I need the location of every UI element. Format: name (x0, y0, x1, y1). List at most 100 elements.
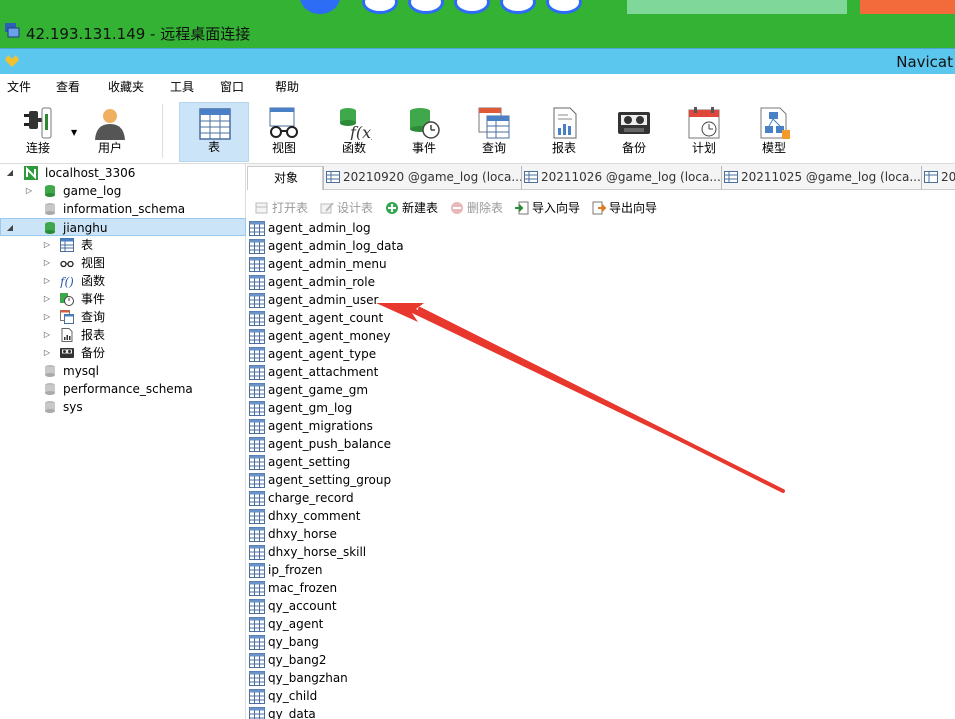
table-icon (249, 383, 265, 398)
tab-label: 20211026 @game_log (loca... (541, 170, 721, 184)
delete-table-button[interactable]: 删除表 (450, 199, 503, 216)
tab-objects[interactable]: 对象 (247, 166, 323, 190)
db-name: jianghu (63, 221, 108, 235)
table-label: 表 (207, 140, 220, 154)
expand-triangle-icon[interactable]: ▷ (42, 254, 52, 272)
menu-favorites[interactable]: 收藏夹 (108, 78, 144, 95)
tab-table-doc[interactable]: 20 (921, 166, 955, 190)
table-name: ip_frozen (268, 563, 323, 577)
table-name: mac_frozen (268, 581, 338, 595)
database-closed-icon (45, 365, 55, 377)
query-icon (60, 310, 74, 324)
tree-db-jianghu[interactable]: ◢ jianghu (0, 218, 246, 236)
db-name: sys (63, 400, 83, 414)
table-button[interactable]: 表 (179, 102, 249, 162)
tree-label: 事件 (81, 292, 106, 306)
table-icon (249, 545, 265, 560)
delete-table-label: 删除表 (467, 201, 504, 215)
menu-help[interactable]: 帮助 (275, 78, 299, 95)
menu-window[interactable]: 窗口 (220, 78, 244, 95)
tree-db-sys[interactable]: sys (0, 398, 240, 416)
tree-db-information-schema[interactable]: information_schema (0, 200, 240, 218)
tree-tables[interactable]: ▷ 表 (0, 236, 240, 254)
tab-table-doc[interactable]: 20210920 @game_log (loca... (323, 166, 521, 190)
table-icon (249, 581, 265, 596)
event-clock-icon (60, 293, 74, 306)
design-table-icon (320, 202, 334, 214)
tab-table-doc[interactable]: 20211025 @game_log (loca... (721, 166, 921, 190)
tree-db-mysql[interactable]: mysql (0, 362, 240, 380)
tree-events[interactable]: ▷ 事件 (0, 290, 240, 308)
navigation-tree: ◢ localhost_3306 ▷ game_log information_… (0, 164, 246, 719)
svg-text:f(): f() (60, 275, 74, 288)
view-button[interactable]: 视图 (249, 102, 319, 162)
report-label: 报表 (551, 141, 576, 155)
query-label: 查询 (481, 141, 506, 155)
tree-label: 备份 (81, 346, 106, 360)
tab-label: 20210920 @game_log (loca... (343, 170, 521, 184)
expand-triangle-icon[interactable]: ▷ (42, 272, 52, 290)
table-icon (249, 617, 265, 632)
expand-triangle-icon[interactable]: ▷ (24, 182, 34, 200)
open-table-button[interactable]: 打开表 (255, 199, 308, 216)
table-icon (249, 239, 265, 254)
table-name: agent_gm_log (268, 401, 353, 415)
tree-db-game-log[interactable]: ▷ game_log (0, 182, 240, 200)
tree-views[interactable]: ▷ 视图 (0, 254, 240, 272)
model-button[interactable]: 模型 (739, 102, 809, 162)
function-label: 函数 (341, 141, 366, 155)
export-icon (592, 201, 606, 215)
model-label: 模型 (761, 141, 786, 155)
expand-triangle-icon[interactable]: ▷ (42, 308, 52, 326)
report-button[interactable]: 报表 (529, 102, 599, 162)
collapse-triangle-icon[interactable]: ◢ (5, 164, 15, 182)
query-button[interactable]: 查询 (459, 102, 529, 162)
add-green-icon (386, 202, 398, 214)
backup-button[interactable]: 备份 (599, 102, 669, 162)
database-icon (45, 185, 55, 197)
table-name: agent_setting_group (268, 473, 392, 487)
tree-reports[interactable]: ▷ 报表 (0, 326, 240, 344)
tab-label: 20211025 @game_log (loca... (741, 170, 921, 184)
tree-functions[interactable]: ▷ f() 函数 (0, 272, 240, 290)
tree-connection[interactable]: ◢ localhost_3306 (0, 164, 240, 182)
new-table-button[interactable]: 新建表 (385, 199, 438, 216)
user-button[interactable]: 用户 (75, 102, 145, 162)
expand-triangle-icon[interactable]: ▷ (42, 290, 52, 308)
tree-backups[interactable]: ▷ 备份 (0, 344, 240, 362)
table-icon (249, 311, 265, 326)
function-button[interactable]: f(x) 函数 (319, 102, 389, 162)
export-wizard-button[interactable]: 导出向导 (592, 199, 657, 216)
connect-button[interactable]: 连接 (3, 102, 73, 162)
expand-triangle-icon[interactable]: ▷ (42, 326, 52, 344)
connect-dropdown-icon[interactable]: ▼ (71, 128, 77, 137)
tree-queries[interactable]: ▷ 查询 (0, 308, 240, 326)
table-name: agent_admin_log (268, 221, 371, 235)
table-icon (924, 171, 938, 183)
object-toolbar: 打开表 设计表 新建表 删除表 导入向导 导出向导 (247, 194, 955, 220)
function-icon: f() (60, 275, 74, 288)
table-icon (249, 347, 265, 362)
menu-view[interactable]: 查看 (56, 78, 80, 95)
menu-tools[interactable]: 工具 (170, 78, 194, 95)
delete-icon (451, 202, 463, 214)
import-wizard-button[interactable]: 导入向导 (515, 199, 580, 216)
svg-text:f(x): f(x) (349, 123, 372, 140)
table-icon (326, 171, 340, 183)
design-table-button[interactable]: 设计表 (320, 199, 373, 216)
expand-triangle-icon[interactable]: ▷ (42, 236, 52, 254)
collapse-triangle-icon[interactable]: ◢ (5, 219, 15, 237)
expand-triangle-icon[interactable]: ▷ (42, 344, 52, 362)
table-icon (249, 329, 265, 344)
banner-orange-button[interactable] (860, 0, 955, 14)
event-button[interactable]: 事件 (389, 102, 459, 162)
export-wizard-label: 导出向导 (609, 201, 658, 215)
banner-green-button[interactable] (627, 0, 847, 14)
tab-table-doc[interactable]: 20211026 @game_log (loca... (521, 166, 721, 190)
menu-file[interactable]: 文件 (7, 78, 31, 95)
tree-db-performance-schema[interactable]: performance_schema (0, 380, 240, 398)
query-icon (478, 107, 510, 139)
table-name: dhxy_comment (268, 509, 361, 523)
database-closed-icon (45, 203, 55, 215)
schedule-button[interactable]: 计划 (669, 102, 739, 162)
